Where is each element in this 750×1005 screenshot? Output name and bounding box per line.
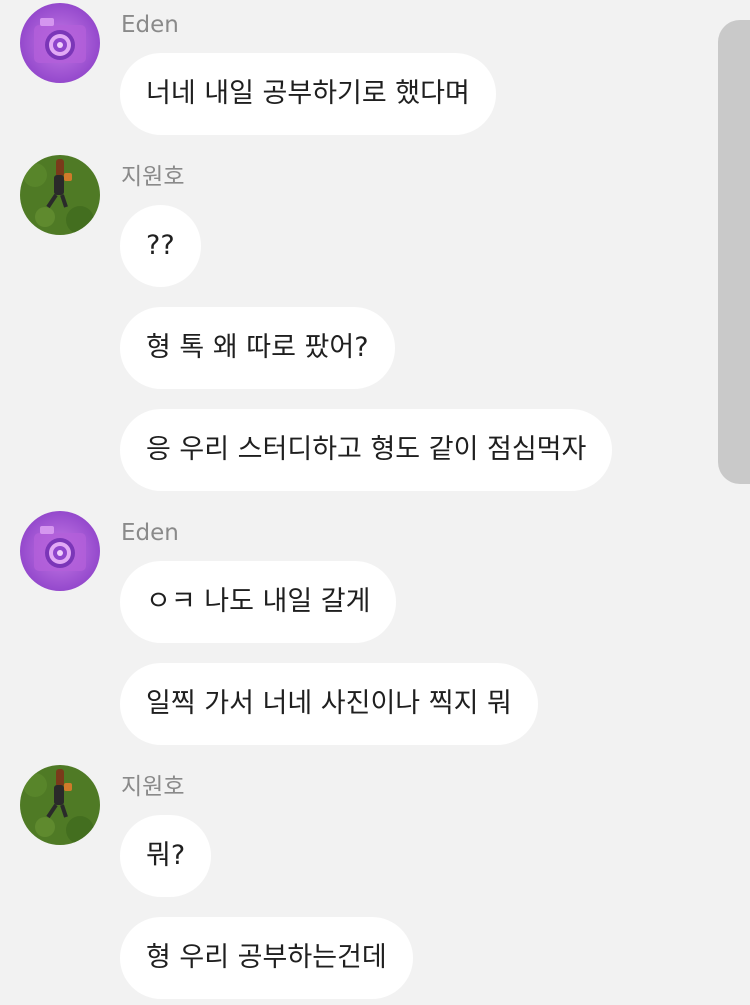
avatar-eden[interactable] bbox=[20, 3, 100, 83]
grass-photo-avatar-image bbox=[20, 155, 100, 235]
message-bubble[interactable]: 너네 내일 공부하기로 했다며 bbox=[120, 53, 496, 135]
message-bubble[interactable]: 일찍 가서 너네 사진이나 찍지 뭐 bbox=[120, 663, 538, 745]
message-bubble[interactable]: ㅇㅋ 나도 내일 갈게 bbox=[120, 561, 397, 643]
message-bubble[interactable]: 형 톡 왜 따로 팠어? bbox=[120, 307, 395, 389]
camera-photo-avatar-image bbox=[20, 3, 100, 83]
avatar-eden[interactable] bbox=[20, 511, 100, 591]
message-bubble[interactable]: 뭐? bbox=[120, 815, 212, 897]
grass-photo-avatar-image bbox=[20, 765, 100, 845]
message-bubble[interactable]: 응 우리 스터디하고 형도 같이 점심먹자 bbox=[120, 409, 613, 491]
sender-name: 지원호 bbox=[121, 164, 185, 190]
message-bubble[interactable]: ?? bbox=[120, 205, 201, 287]
sender-name: Eden bbox=[121, 12, 179, 38]
scrollbar[interactable] bbox=[718, 20, 750, 484]
sender-name: Eden bbox=[121, 520, 179, 546]
sender-name: 지원호 bbox=[121, 774, 185, 800]
camera-photo-avatar-image bbox=[20, 511, 100, 591]
message-bubble[interactable]: 형 우리 공부하는건데 bbox=[120, 917, 413, 999]
avatar-jiwonho[interactable] bbox=[20, 155, 100, 235]
avatar-jiwonho[interactable] bbox=[20, 765, 100, 845]
